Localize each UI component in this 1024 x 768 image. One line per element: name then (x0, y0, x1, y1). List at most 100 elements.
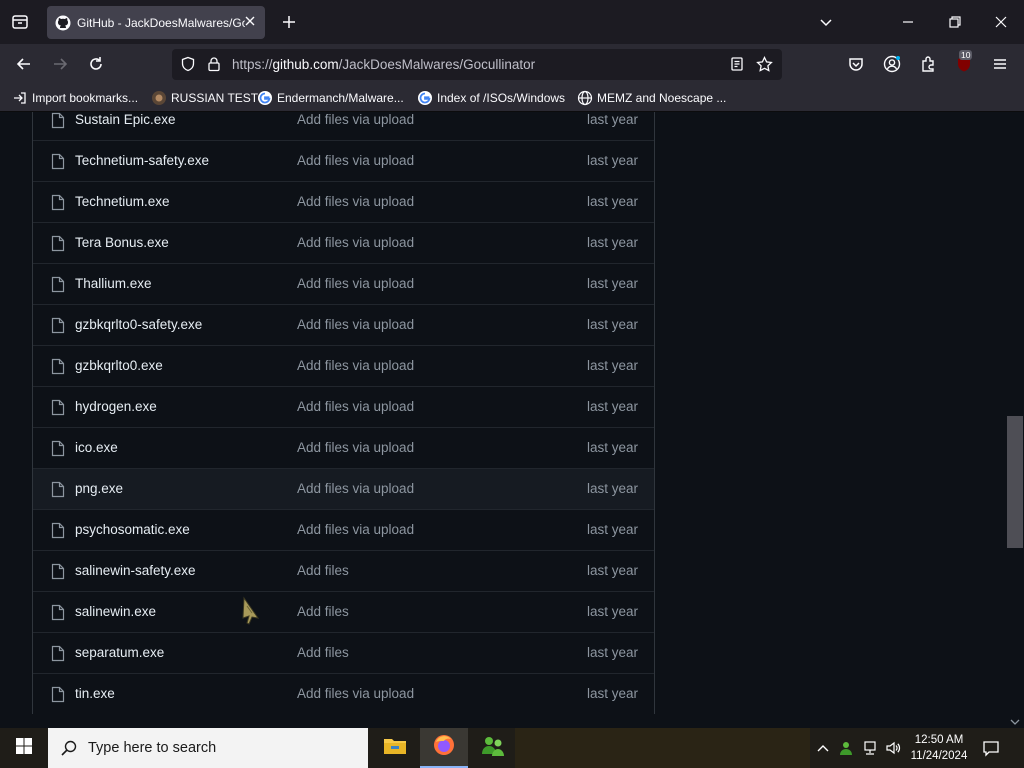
commit-message-link[interactable]: Add files via upload (297, 276, 414, 291)
file-name-link[interactable]: Sustain Epic.exe (75, 112, 176, 127)
bookmark-endermanch[interactable]: Endermanch/Malware... (257, 90, 404, 106)
bookmarks-toolbar: Import bookmarks... RUSSIAN TEST Enderma… (0, 84, 1024, 112)
file-icon (51, 481, 65, 498)
file-row[interactable]: Sustain Epic.exe Add files via upload last… (33, 112, 654, 140)
commit-message-link[interactable]: Add files (297, 563, 349, 578)
file-name-link[interactable]: png.exe (75, 481, 123, 496)
system-clock[interactable]: 12:50 AM 11/24/2024 (906, 732, 972, 764)
commit-message-link[interactable]: Add files via upload (297, 153, 414, 168)
commit-message-link[interactable]: Add files via upload (297, 112, 414, 127)
file-row[interactable]: Technetium.exe Add files via upload last y… (33, 181, 654, 222)
bookmark-russian-test[interactable]: RUSSIAN TEST (151, 90, 258, 106)
close-tab-icon[interactable] (243, 14, 257, 28)
file-name-link[interactable]: tin.exe (75, 686, 115, 701)
file-name-link[interactable]: separatum.exe (75, 645, 164, 660)
file-row[interactable]: ico.exe Add files via upload last year (33, 427, 654, 468)
commit-message-link[interactable]: Add files via upload (297, 522, 414, 537)
commit-message-link[interactable]: Add files (297, 645, 349, 660)
tab-list-icon[interactable] (10, 12, 30, 32)
network-icon[interactable] (862, 740, 878, 756)
file-icon (51, 522, 65, 539)
restore-icon[interactable] (947, 14, 963, 30)
reload-icon[interactable] (87, 55, 105, 73)
file-row[interactable]: Thallium.exe Add files via upload last yea… (33, 263, 654, 304)
tab-bar: GitHub - JackDoesMalwares/Gocullinator (0, 0, 1024, 44)
bookmark-import[interactable]: Import bookmarks... (12, 90, 138, 106)
import-icon (12, 90, 28, 106)
file-row[interactable]: separatum.exe Add files last year (33, 632, 654, 673)
file-name-link[interactable]: Tera Bonus.exe (75, 235, 169, 250)
commit-date: last year (586, 481, 638, 496)
browser-chrome: GitHub - JackDoesMalwares/Gocullinator (0, 0, 1024, 112)
back-icon[interactable] (15, 55, 33, 73)
bookmark-star-icon[interactable] (756, 55, 773, 73)
file-name-link[interactable]: salinewin.exe (75, 604, 156, 619)
pocket-icon[interactable] (847, 55, 865, 73)
commit-message-link[interactable]: Add files via upload (297, 317, 414, 332)
file-name-link[interactable]: Thallium.exe (75, 276, 152, 291)
shield-icon[interactable] (180, 56, 196, 72)
taskbar-wallpaper-area (515, 728, 810, 768)
scrollbar-thumb[interactable] (1007, 416, 1023, 548)
commit-message-link[interactable]: Add files via upload (297, 440, 414, 455)
commit-message-link[interactable]: Add files via upload (297, 194, 414, 209)
commit-message-link[interactable]: Add files via upload (297, 399, 414, 414)
url-text[interactable]: https://github.com/JackDoesMalwares/Gocu… (232, 57, 535, 72)
file-icon (51, 645, 65, 662)
scroll-down-icon[interactable] (1009, 714, 1021, 725)
file-name-link[interactable]: gzbkqrlto0.exe (75, 358, 163, 373)
menu-icon[interactable] (991, 55, 1009, 73)
file-row[interactable]: salinewin-safety.exe Add files last year (33, 550, 654, 591)
volume-icon[interactable] (885, 740, 901, 756)
reader-view-icon[interactable] (729, 56, 745, 72)
commit-message-link[interactable]: Add files via upload (297, 686, 414, 701)
start-button[interactable] (0, 728, 48, 768)
file-row[interactable]: hydrogen.exe Add files via upload last yea… (33, 386, 654, 427)
file-name-link[interactable]: hydrogen.exe (75, 399, 157, 414)
close-window-icon[interactable] (993, 14, 1009, 30)
file-explorer-button[interactable] (371, 728, 419, 768)
file-row[interactable]: gzbkqrlto0.exe Add files via upload last y… (33, 345, 654, 386)
notification-icon[interactable] (982, 739, 1000, 757)
file-name-link[interactable]: gzbkqrlto0-safety.exe (75, 317, 202, 332)
new-tab-icon[interactable] (280, 13, 298, 31)
file-row[interactable]: gzbkqrlto0-safety.exe Add files via uploa… (33, 304, 654, 345)
file-row[interactable]: psychosomatic.exe Add files via upload las… (33, 509, 654, 550)
account-icon[interactable] (883, 55, 901, 73)
address-bar[interactable]: https://github.com/JackDoesMalwares/Gocu… (172, 49, 782, 80)
messenger-button[interactable] (469, 728, 517, 768)
commit-message-link[interactable]: Add files (297, 604, 349, 619)
file-row[interactable]: salinewin.exe Add files last year (33, 591, 654, 632)
commit-message-link[interactable]: Add files via upload (297, 358, 414, 373)
chevron-up-icon[interactable] (815, 740, 831, 756)
lock-icon[interactable] (206, 56, 222, 72)
google-icon (417, 90, 433, 106)
file-row[interactable]: Technetium-safety.exe Add files via uploa… (33, 140, 654, 181)
minimize-icon[interactable] (900, 14, 916, 30)
windows-icon (15, 737, 33, 760)
globe-icon (577, 90, 593, 106)
extensions-icon[interactable] (919, 55, 937, 73)
file-row[interactable]: Tera Bonus.exe Add files via upload last y… (33, 222, 654, 263)
taskbar: Type here to search 12:50 AM 11/24/2024 (0, 728, 1024, 768)
file-icon (51, 563, 65, 580)
taskbar-search[interactable]: Type here to search (48, 728, 368, 768)
file-icon (51, 604, 65, 621)
file-name-link[interactable]: psychosomatic.exe (75, 522, 190, 537)
forward-icon[interactable] (51, 55, 69, 73)
chevron-down-icon[interactable] (818, 14, 834, 30)
firefox-button[interactable] (420, 728, 468, 768)
bookmark-index-isos[interactable]: Index of /ISOs/Windows (417, 90, 565, 106)
file-row[interactable]: tin.exe Add files via upload last year (33, 673, 654, 714)
file-name-link[interactable]: Technetium.exe (75, 194, 170, 209)
file-name-link[interactable]: ico.exe (75, 440, 118, 455)
commit-message-link[interactable]: Add files via upload (297, 235, 414, 250)
bookmark-memz[interactable]: MEMZ and Noescape ... (577, 90, 726, 106)
file-row[interactable]: png.exe Add files via upload last year (33, 468, 654, 509)
commit-message-link[interactable]: Add files via upload (297, 481, 414, 496)
extension-badge: 10 (959, 50, 973, 60)
people-icon[interactable] (838, 740, 854, 756)
file-name-link[interactable]: salinewin-safety.exe (75, 563, 196, 578)
browser-tab[interactable]: GitHub - JackDoesMalwares/Gocullinator (47, 6, 265, 39)
file-name-link[interactable]: Technetium-safety.exe (75, 153, 209, 168)
